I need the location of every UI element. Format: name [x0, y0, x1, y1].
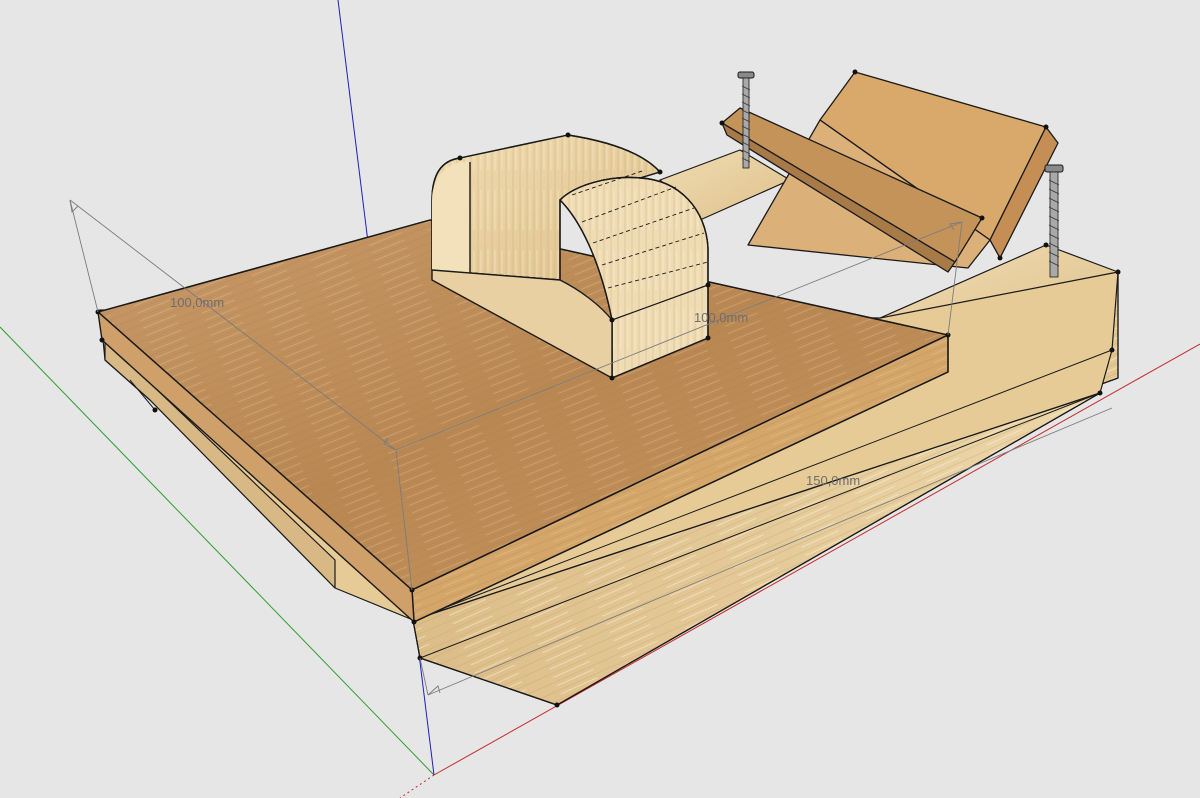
dimension-label-left: 100,0mm [170, 295, 224, 310]
dimension-label-front: 150,0mm [806, 473, 860, 488]
3d-viewport[interactable]: 100,0mm 100,0mm 150,0mm [0, 0, 1200, 798]
red-axis-negative [399, 774, 435, 798]
dimension-label-right: 100,0mm [694, 310, 748, 325]
